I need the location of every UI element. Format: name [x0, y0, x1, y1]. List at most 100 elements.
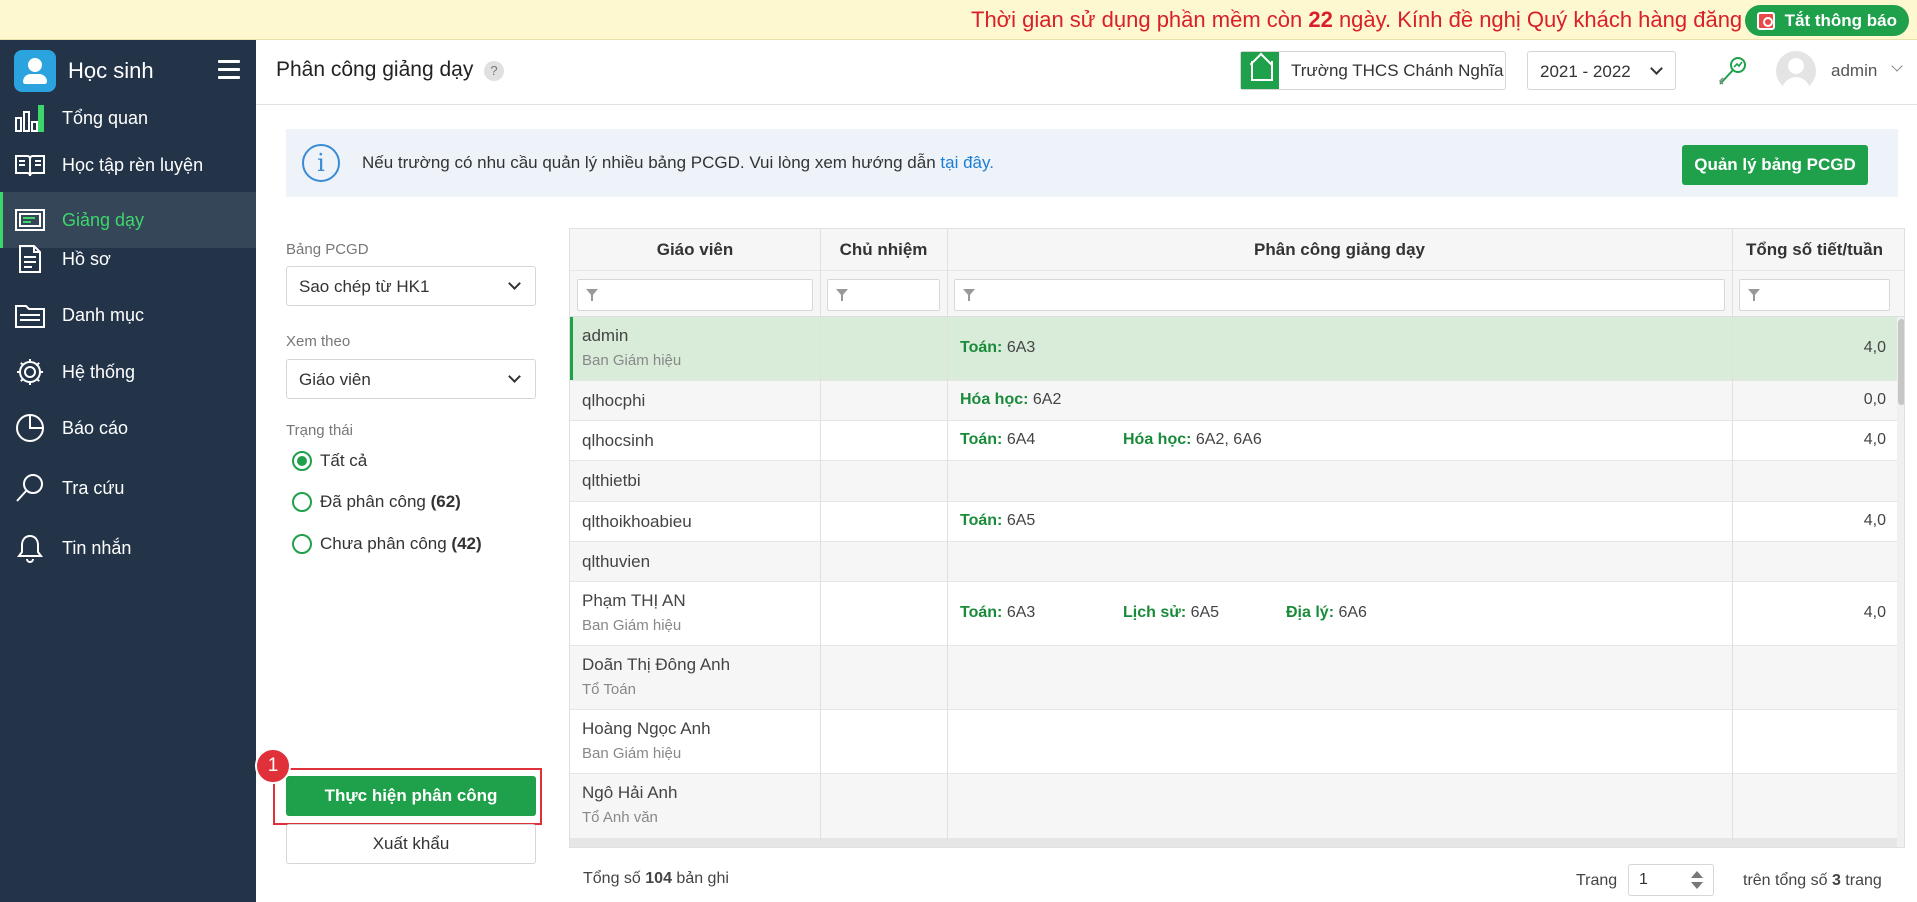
status-all-radio[interactable]: Tất cả: [292, 451, 367, 471]
total-periods: 4,0: [1863, 339, 1886, 356]
status-assigned-radio[interactable]: Đã phân công (62): [292, 492, 461, 512]
column-header-total[interactable]: Tổng số tiết/tuần: [1732, 229, 1897, 271]
school-selector[interactable]: Trường THCS Chánh Nghĩa: [1240, 51, 1506, 90]
document-icon: [19, 245, 41, 273]
total-periods: 4,0: [1863, 512, 1886, 529]
manage-tables-button[interactable]: Quản lý bảng PCGD: [1682, 145, 1868, 185]
help-icon[interactable]: ?: [484, 61, 504, 81]
table-row[interactable]: qlthoikhoabieu Toán: 6A5 4,0: [570, 502, 1904, 542]
guide-link[interactable]: tại đây.: [940, 153, 994, 172]
info-text: Nếu trường có nhu cầu quản lý nhiều bảng…: [362, 153, 941, 172]
tools-icon[interactable]: [1716, 54, 1750, 88]
total-periods: 4,0: [1863, 604, 1886, 621]
table-row[interactable]: qlthuvien: [570, 542, 1904, 582]
increment-icon[interactable]: [1691, 871, 1703, 878]
table-row[interactable]: Hoàng Ngọc Anh Ban Giám hiệu: [570, 710, 1904, 774]
table-row[interactable]: qlhocsinh Toán: 6A4 Hóa học: 6A2, 6A6 4,…: [570, 421, 1904, 461]
gear-icon: [17, 359, 43, 385]
total-periods: 4,0: [1863, 431, 1886, 448]
scrollbar-thumb[interactable]: [1898, 319, 1904, 405]
teacher-name: Doãn Thị Đông Anh: [582, 655, 731, 674]
horizontal-scrollbar[interactable]: [570, 839, 1897, 847]
menu-toggle-icon[interactable]: [218, 60, 240, 80]
filter-icon: [1748, 289, 1760, 301]
trial-notice-bar: Thời gian sử dụng phần mềm còn 22 ngày. …: [0, 0, 1917, 40]
vertical-scrollbar[interactable]: [1897, 317, 1904, 847]
trial-notice-text: Thời gian sử dụng phần mềm còn 22 ngày. …: [971, 7, 1849, 32]
assign-button[interactable]: Thực hiện phân công: [286, 776, 536, 816]
dismiss-notice-button[interactable]: Tắt thông báo: [1744, 5, 1909, 36]
column-divider: [820, 229, 821, 847]
assignment-item: Toán: 6A3: [960, 339, 1036, 356]
view-by-label: Xem theo: [286, 333, 351, 350]
view-by-select[interactable]: Giáo viên: [286, 359, 536, 399]
column-header-teacher[interactable]: Giáo viên: [570, 229, 820, 271]
teacher-name: qlhocsinh: [582, 431, 654, 450]
assignment-filter-input[interactable]: [954, 279, 1725, 311]
total-periods: 0,0: [1863, 391, 1886, 408]
bell-icon: [17, 534, 43, 564]
decrement-icon[interactable]: [1691, 882, 1703, 889]
page-title: Phân công giảng dạy: [276, 58, 474, 81]
app-name: Học sinh: [68, 58, 154, 83]
assignment-item: Lịch sử: 6A5: [1123, 604, 1220, 621]
column-header-homeroom[interactable]: Chủ nhiệm: [820, 229, 947, 271]
table-row[interactable]: qlthietbi: [570, 461, 1904, 502]
avatar[interactable]: [1776, 51, 1816, 91]
user-menu[interactable]: admin: [1831, 61, 1877, 81]
search-icon: [16, 474, 43, 502]
sidebar-item-catalog[interactable]: Danh mục: [0, 287, 256, 343]
table-row[interactable]: admin Ban Giám hiệu Toán: 6A3 4,0: [570, 317, 1904, 381]
teacher-dept: Tổ Toán: [582, 681, 636, 698]
teacher-name: Ngô Hải Anh: [582, 783, 678, 802]
chevron-down-icon: [508, 277, 521, 290]
app-brand[interactable]: Học sinh: [14, 50, 154, 92]
chevron-down-icon[interactable]: [1891, 60, 1903, 72]
folder-icon: [15, 305, 45, 328]
teacher-dept: Tổ Anh văn: [582, 809, 658, 826]
teacher-name: admin: [582, 326, 629, 345]
teacher-dept: Ban Giám hiệu: [582, 617, 682, 634]
sidebar-item-system[interactable]: Hệ thống: [0, 344, 256, 400]
export-button[interactable]: Xuất khẩu: [286, 824, 536, 864]
radio-icon: [292, 534, 312, 554]
table-row[interactable]: qlhocphi Hóa học: 6A2 0,0: [570, 381, 1904, 421]
homeroom-filter-input[interactable]: [827, 279, 940, 311]
teacher-name: qlthoikhoabieu: [582, 512, 692, 531]
sidebar-item-profile[interactable]: Hồ sơ: [0, 231, 256, 287]
status-unassigned-radio[interactable]: Chưa phân công (42): [292, 534, 482, 554]
assignment-grid: Giáo viên Chủ nhiệm Phân công giảng dạy …: [569, 228, 1905, 848]
chevron-down-icon: [1650, 62, 1663, 75]
info-icon: i: [302, 144, 340, 182]
bar-chart-icon: [15, 105, 44, 132]
table-row[interactable]: Doãn Thị Đông Anh Tổ Toán: [570, 646, 1904, 710]
column-divider: [1732, 229, 1733, 847]
teacher-filter-input[interactable]: [577, 279, 813, 311]
filter-icon: [963, 289, 975, 301]
teacher-dept: Ban Giám hiệu: [582, 745, 682, 762]
table-filter-label: Bảng PCGD: [286, 241, 369, 258]
assignment-item: Toán: 6A5: [960, 512, 1036, 529]
table-row[interactable]: Ngô Hải Anh Tổ Anh văn: [570, 774, 1904, 839]
column-header-assignment[interactable]: Phân công giảng dạy: [947, 229, 1732, 271]
total-filter-input[interactable]: [1739, 279, 1890, 311]
assignment-item: Địa lý: 6A6: [1286, 604, 1367, 621]
sidebar-item-study[interactable]: Học tập rèn luyện: [0, 137, 256, 193]
sidebar-item-messages[interactable]: Tin nhắn: [0, 520, 256, 576]
table-select[interactable]: Sao chép từ HK1: [286, 266, 536, 306]
teacher-name: Phạm THỊ AN: [582, 591, 686, 610]
teacher-name: qlhocphi: [582, 391, 646, 410]
status-label: Trạng thái: [286, 422, 353, 439]
sidebar-item-reports[interactable]: Báo cáo: [0, 400, 256, 456]
table-row[interactable]: Phạm THỊ AN Ban Giám hiệu Toán: 6A3 Lịch…: [570, 582, 1904, 646]
radio-icon: [292, 492, 312, 512]
filter-icon: [586, 289, 598, 301]
record-count: Tổng số 104 bản ghi: [583, 870, 729, 887]
sidebar-item-lookup[interactable]: Tra cứu: [0, 460, 256, 516]
page-number-input[interactable]: 1: [1628, 864, 1714, 896]
grid-footer: Tổng số 104 bản ghi Trang 1 trên tổng số…: [569, 848, 1905, 902]
column-divider: [947, 229, 948, 847]
sidebar: Học sinh Tổng quan Học tập rèn luyện Giả…: [0, 40, 256, 902]
school-year-select[interactable]: 2021 - 2022: [1527, 51, 1676, 90]
teacher-name: qlthuvien: [582, 552, 651, 571]
